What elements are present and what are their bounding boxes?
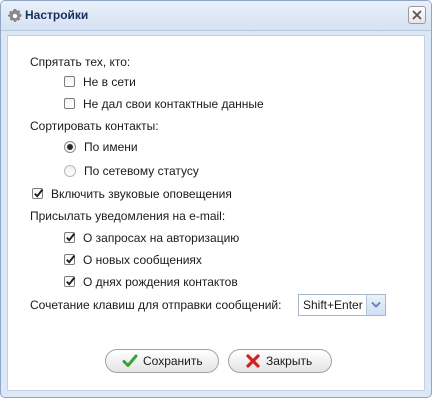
- email-birthdays-label: О днях рождения контактов: [83, 275, 238, 289]
- sort-by-name-option[interactable]: По имени: [64, 138, 138, 156]
- email-auth-label: О запросах на авторизацию: [83, 231, 240, 245]
- hotkey-label: Сочетание клавиш для отправки сообщений:: [30, 298, 282, 312]
- sort-by-status-label: По сетевому статусу: [84, 164, 199, 178]
- settings-dialog: Настройки Спрятать тех, кто: Не в сети Н…: [0, 0, 432, 398]
- checkmark-icon: [34, 189, 44, 198]
- email-birthdays-option[interactable]: О днях рождения контактов: [64, 273, 238, 291]
- save-button[interactable]: Сохранить: [105, 349, 219, 373]
- hide-section-label: Спрятать тех, кто:: [30, 55, 131, 69]
- email-auth-option[interactable]: О запросах на авторизацию: [64, 229, 239, 247]
- gear-icon: [7, 8, 23, 24]
- window-title: Настройки: [25, 8, 89, 22]
- hotkey-select[interactable]: Shift+Enter: [298, 294, 386, 316]
- chevron-down-icon: [371, 301, 381, 308]
- hide-no-contact-label: Не дал свои контактные данные: [83, 97, 264, 111]
- sound-checkbox[interactable]: [32, 188, 44, 200]
- title-bar[interactable]: Настройки: [1, 1, 431, 31]
- sort-by-name-radio[interactable]: [64, 140, 76, 153]
- hide-no-contact-checkbox[interactable]: [64, 98, 75, 110]
- hide-no-contact-option[interactable]: Не дал свои контактные данные: [64, 95, 264, 113]
- sound-option[interactable]: Включить звуковые оповещения: [32, 185, 232, 203]
- email-messages-label: О новых сообщениях: [83, 253, 202, 267]
- sort-by-status-radio[interactable]: [64, 164, 76, 177]
- hotkey-value: Shift+Enter: [303, 298, 363, 312]
- close-button[interactable]: Закрыть: [228, 349, 332, 373]
- sort-by-name-label: По имени: [84, 140, 138, 154]
- email-messages-option[interactable]: О новых сообщениях: [64, 251, 202, 269]
- hotkey-dropdown-button[interactable]: [366, 295, 385, 315]
- hide-offline-checkbox[interactable]: [64, 76, 75, 88]
- settings-content: Спрятать тех, кто: Не в сети Не дал свои…: [7, 35, 425, 391]
- checkmark-icon: [66, 277, 76, 286]
- checkmark-icon: [66, 233, 76, 242]
- email-messages-checkbox[interactable]: [64, 254, 76, 266]
- sound-label: Включить звуковые оповещения: [51, 187, 232, 201]
- checkmark-icon: [66, 255, 76, 264]
- close-icon: [412, 10, 422, 20]
- save-button-label: Сохранить: [143, 354, 203, 368]
- hide-offline-label: Не в сети: [83, 75, 136, 89]
- email-auth-checkbox[interactable]: [64, 232, 76, 244]
- email-section-label: Присылать уведомления на e-mail:: [30, 209, 226, 223]
- window-close-button[interactable]: [408, 6, 426, 24]
- close-button-label: Закрыть: [266, 354, 313, 368]
- hide-offline-option[interactable]: Не в сети: [64, 73, 136, 91]
- sort-section-label: Сортировать контакты:: [30, 119, 159, 133]
- email-birthdays-checkbox[interactable]: [64, 276, 76, 288]
- cross-icon: [245, 353, 261, 376]
- sort-by-status-option[interactable]: По сетевому статусу: [64, 162, 199, 180]
- checkmark-icon: [122, 353, 138, 376]
